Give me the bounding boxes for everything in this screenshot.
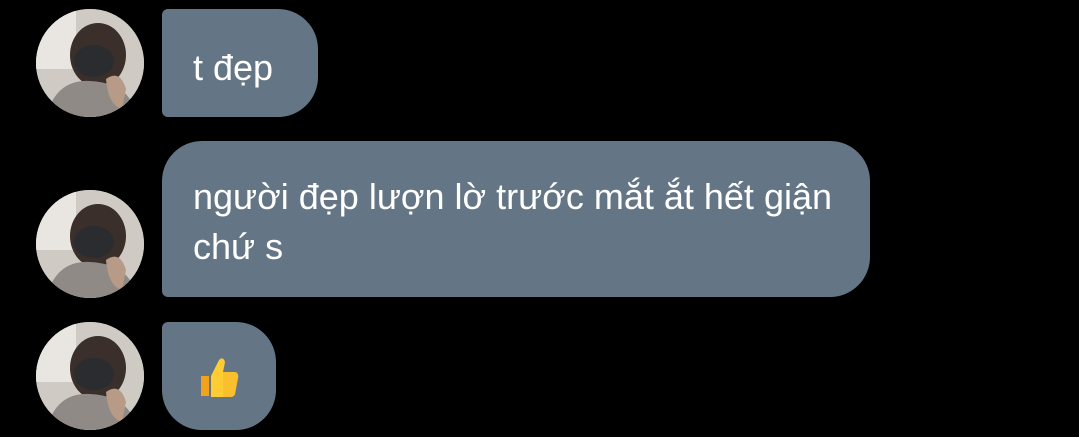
message-text: t đẹp <box>193 47 274 88</box>
chat-thread: t đẹp người đẹp lượn lờ trước mắt ắt hết… <box>0 0 1079 437</box>
message-text: người đẹp lượn lờ trước mắt ắt hết giận … <box>193 176 832 267</box>
avatar-photo-icon <box>36 190 144 298</box>
avatar-photo-icon <box>36 322 144 430</box>
sender-avatar[interactable] <box>36 190 144 298</box>
thumbs-up-icon <box>193 352 243 402</box>
sender-avatar[interactable] <box>36 322 144 430</box>
message-bubble[interactable]: người đẹp lượn lờ trước mắt ắt hết giận … <box>162 141 870 297</box>
sender-avatar[interactable] <box>36 9 144 117</box>
avatar-photo-icon <box>36 9 144 117</box>
message-bubble[interactable] <box>162 322 276 430</box>
message-bubble[interactable]: t đẹp <box>162 9 318 117</box>
